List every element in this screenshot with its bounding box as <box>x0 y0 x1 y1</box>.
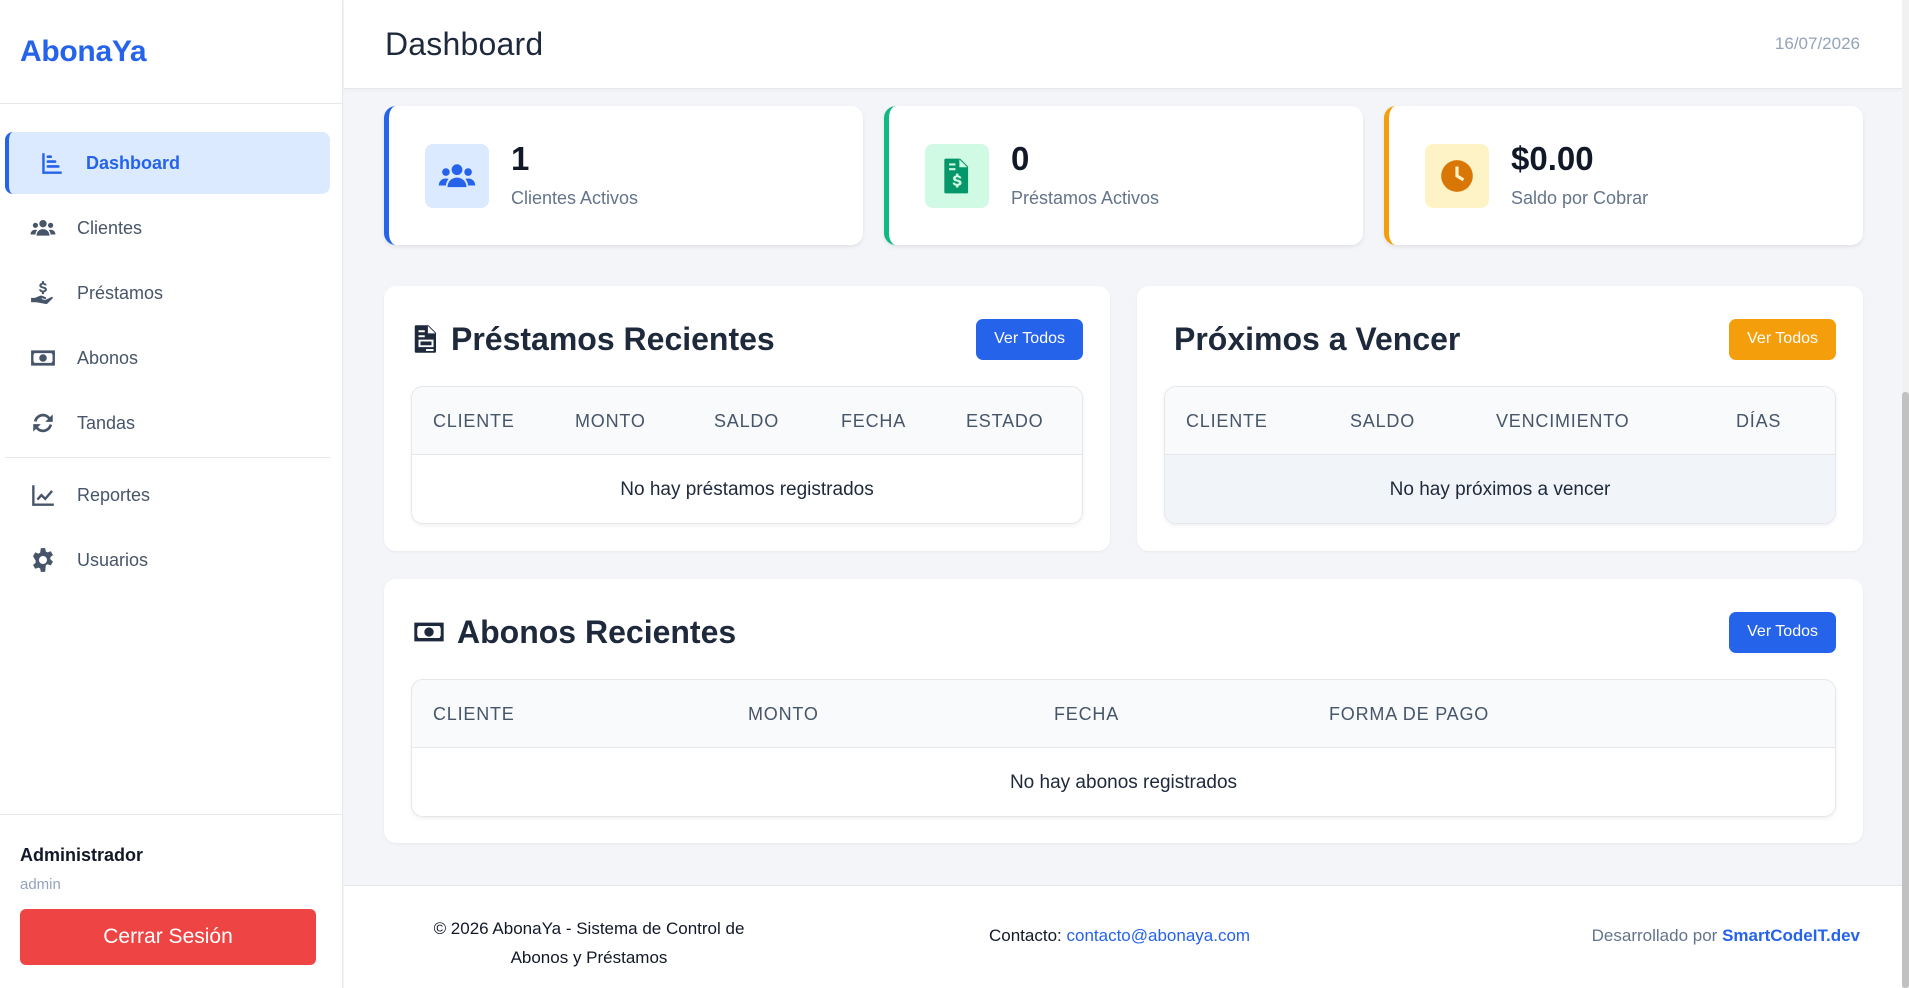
sidebar-item-usuarios[interactable]: Usuarios <box>5 529 330 591</box>
prestamos-table: CLIENTE MONTO SALDO FECHA ESTADO No hay … <box>411 386 1083 524</box>
sidebar-item-dashboard[interactable]: Dashboard <box>5 132 330 194</box>
panel-title: Préstamos Recientes <box>411 321 775 358</box>
abonos-table: CLIENTE MONTO FECHA FORMA DE PAGO No hay… <box>411 679 1836 817</box>
money-bill-icon <box>414 622 444 642</box>
developer-link[interactable]: SmartCodeIT.dev <box>1722 926 1860 945</box>
vertical-scrollbar[interactable] <box>1902 0 1909 988</box>
column-header[interactable]: DÍAS <box>1736 387 1781 455</box>
sidebar-item-clientes[interactable]: Clientes <box>5 197 330 259</box>
panel-title: Abonos Recientes <box>411 614 736 651</box>
sidebar-user-panel: Administrador admin Cerrar Sesión <box>0 814 343 988</box>
stat-card-saldo: $0.00 Saldo por Cobrar <box>1384 106 1863 245</box>
panel-header: Abonos Recientes Ver Todos <box>411 611 1836 653</box>
panel-header: Préstamos Recientes Ver Todos <box>411 318 1083 360</box>
sidebar-item-label: Abonos <box>77 347 139 368</box>
column-header[interactable]: MONTO <box>748 680 819 748</box>
sidebar-item-label: Tandas <box>77 412 136 433</box>
footer-contact: Contacto: contacto@abonaya.com <box>989 926 1251 945</box>
user-role: admin <box>20 876 61 893</box>
ver-todos-abonos-button[interactable]: Ver Todos <box>1729 611 1836 653</box>
empty-table-message: No hay préstamos registrados <box>412 455 1082 523</box>
column-header[interactable]: SALDO <box>1350 387 1415 455</box>
empty-table-message: No hay abonos registrados <box>412 748 1835 816</box>
panel-prestamos-recientes: Préstamos Recientes Ver Todos CLIENTE MO… <box>384 286 1110 551</box>
sidebar-nav: Dashboard Clientes Préstamos Abonos Tand… <box>0 104 342 591</box>
vencer-table: CLIENTE SALDO VENCIMIENTO DÍAS No hay pr… <box>1164 386 1836 524</box>
column-header[interactable]: FORMA DE PAGO <box>1329 680 1489 748</box>
stat-label: Saldo por Cobrar <box>1511 188 1649 208</box>
column-header[interactable]: SALDO <box>714 387 779 455</box>
panel-proximos-vencer: Próximos a Vencer Ver Todos CLIENTE SALD… <box>1137 286 1863 551</box>
column-header[interactable]: FECHA <box>1054 680 1119 748</box>
column-header[interactable]: ESTADO <box>966 387 1043 455</box>
column-header[interactable]: MONTO <box>575 387 646 455</box>
logout-button[interactable]: Cerrar Sesión <box>20 909 316 965</box>
sidebar: AbonaYa Dashboard Clientes Préstamos Abo… <box>0 0 343 988</box>
panel-abonos-recientes: Abonos Recientes Ver Todos CLIENTE MONTO… <box>384 579 1863 843</box>
brand-logo[interactable]: AbonaYa <box>20 35 147 69</box>
clock-icon <box>1425 143 1489 208</box>
sidebar-item-label: Clientes <box>77 217 143 238</box>
column-header[interactable]: VENCIMIENTO <box>1496 387 1629 455</box>
footer-developer: Desarrollado por SmartCodeIT.dev <box>1591 926 1860 945</box>
ver-todos-prestamos-button[interactable]: Ver Todos <box>976 318 1083 360</box>
table-header: CLIENTE SALDO VENCIMIENTO DÍAS <box>1165 387 1835 455</box>
stat-value: 0 <box>1011 140 1030 177</box>
sidebar-item-label: Préstamos <box>77 282 164 303</box>
file-invoice-dollar-icon <box>925 143 989 208</box>
stat-card-prestamos: 0 Préstamos Activos <box>884 106 1363 245</box>
page-footer: © 2026 AbonaYa - Sistema de Control de A… <box>344 885 1902 988</box>
scrollbar-thumb[interactable] <box>1902 392 1909 988</box>
hand-dollar-icon <box>29 279 57 307</box>
column-header[interactable]: FECHA <box>841 387 906 455</box>
gear-icon <box>29 546 57 574</box>
table-header: CLIENTE MONTO FECHA FORMA DE PAGO <box>412 680 1835 748</box>
empty-table-message: No hay próximos a vencer <box>1165 455 1835 523</box>
sidebar-item-reportes[interactable]: Reportes <box>5 464 330 526</box>
stat-label: Préstamos Activos <box>1011 188 1160 208</box>
current-date: 16/07/2026 <box>1774 34 1860 53</box>
line-chart-icon <box>29 481 57 509</box>
chart-bar-icon <box>38 149 66 177</box>
panel-header: Próximos a Vencer Ver Todos <box>1174 318 1836 360</box>
sidebar-item-label: Dashboard <box>86 152 181 173</box>
column-header[interactable]: CLIENTE <box>433 680 515 748</box>
stat-value: $0.00 <box>1511 140 1594 177</box>
sidebar-item-tandas[interactable]: Tandas <box>5 392 330 454</box>
column-header[interactable]: CLIENTE <box>1186 387 1268 455</box>
sidebar-item-prestamos[interactable]: Préstamos <box>5 262 330 324</box>
table-header: CLIENTE MONTO SALDO FECHA ESTADO <box>412 387 1082 455</box>
user-name: Administrador <box>20 845 144 865</box>
sidebar-item-label: Reportes <box>77 484 151 505</box>
brand: AbonaYa <box>0 0 342 104</box>
sidebar-item-label: Usuarios <box>77 549 149 570</box>
ver-todos-vencer-button[interactable]: Ver Todos <box>1729 318 1836 360</box>
column-header[interactable]: CLIENTE <box>433 387 515 455</box>
stat-label: Clientes Activos <box>511 188 639 208</box>
money-bill-icon <box>29 344 57 372</box>
page-title: Dashboard <box>385 25 544 62</box>
stat-value: 1 <box>511 140 530 177</box>
nav-divider <box>5 457 330 458</box>
file-invoice-icon <box>414 325 436 353</box>
stat-card-clientes: 1 Clientes Activos <box>384 106 863 245</box>
sync-icon <box>29 409 57 437</box>
users-icon <box>425 143 489 208</box>
panel-title: Próximos a Vencer <box>1174 320 1461 357</box>
top-header: Dashboard 16/07/2026 <box>344 0 1902 89</box>
users-icon <box>29 214 57 242</box>
footer-copyright: © 2026 AbonaYa - Sistema de Control de A… <box>433 919 745 967</box>
sidebar-item-abonos[interactable]: Abonos <box>5 327 330 389</box>
contact-email-link[interactable]: contacto@abonaya.com <box>1067 926 1251 945</box>
